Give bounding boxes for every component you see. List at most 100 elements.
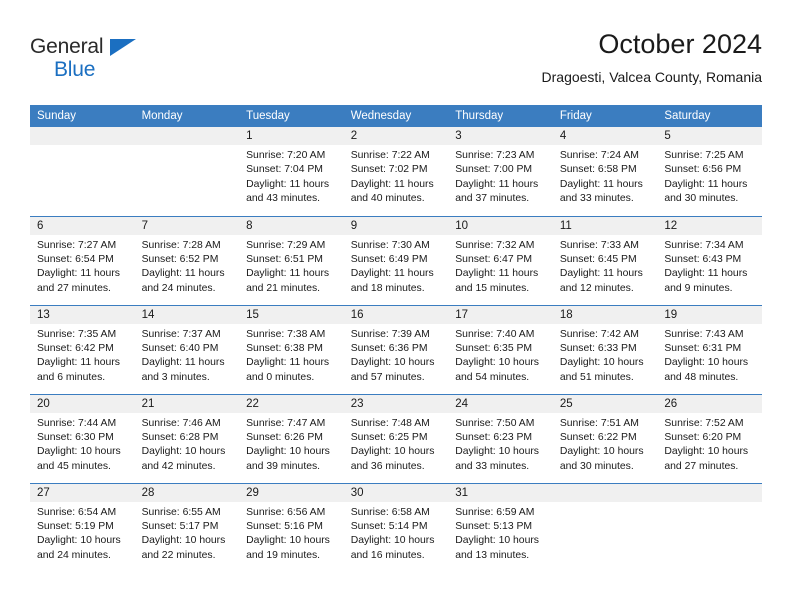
daylight-text-line2: and 13 minutes.: [455, 549, 530, 561]
calendar-day-cell[interactable]: 11 Sunrise: 7:33 AM Sunset: 6:45 PM Dayligh…: [552, 215, 658, 305]
calendar-day-cell[interactable]: 18 Sunrise: 7:42 AM Sunset: 6:33 PM Dayligh…: [552, 304, 658, 394]
day-number: 27: [30, 483, 135, 502]
daylight-text-line1: Daylight: 11 hours: [664, 178, 748, 190]
day-details: Sunrise: 7:33 AM Sunset: 6:45 PM Daylight:…: [553, 235, 658, 297]
day-details: Sunrise: 7:25 AM Sunset: 6:56 PM Daylight:…: [657, 145, 762, 207]
sunrise-text: Sunrise: 6:54 AM: [37, 506, 117, 518]
calendar-day-cell[interactable]: 4 Sunrise: 7:24 AM Sunset: 6:58 PM Daylight…: [552, 127, 658, 216]
daylight-text-line2: and 43 minutes.: [246, 193, 321, 205]
day-details: Sunrise: 7:37 AM Sunset: 6:40 PM Daylight:…: [135, 324, 240, 386]
calendar-day-cell[interactable]: 25 Sunrise: 7:51 AM Sunset: 6:22 PM Dayligh…: [552, 393, 658, 483]
day-number: 11: [552, 216, 658, 235]
calendar-day-cell[interactable]: 19 Sunrise: 7:43 AM Sunset: 6:31 PM Dayligh…: [657, 304, 762, 394]
day-details: Sunrise: 6:55 AM Sunset: 5:17 PM Daylight:…: [135, 502, 240, 564]
calendar-day-cell[interactable]: 2 Sunrise: 7:22 AM Sunset: 7:02 PM Daylight…: [343, 127, 449, 216]
daylight-text-line2: and 54 minutes.: [455, 371, 530, 383]
sunrise-text: Sunrise: 7:47 AM: [246, 417, 326, 429]
daylight-text-line2: and 0 minutes.: [246, 371, 315, 383]
daylight-text-line1: Daylight: 10 hours: [37, 446, 121, 458]
logo-text-blue: Blue: [54, 58, 96, 81]
calendar-day-cell[interactable]: 6 Sunrise: 7:27 AM Sunset: 6:54 PM Daylight…: [30, 215, 135, 305]
daylight-text-line1: Daylight: 10 hours: [246, 446, 330, 458]
sunrise-text: Sunrise: 7:30 AM: [350, 239, 430, 251]
daylight-text-line1: Daylight: 10 hours: [559, 446, 644, 458]
daylight-text-line1: Daylight: 10 hours: [350, 357, 435, 369]
general-blue-logo[interactable]: General Blue: [30, 36, 150, 86]
sunrise-text: Sunrise: 7:42 AM: [559, 328, 639, 340]
calendar-day-cell[interactable]: 8 Sunrise: 7:29 AM Sunset: 6:51 PM Daylight…: [239, 215, 344, 305]
weekday-header-friday: Friday: [552, 105, 658, 127]
calendar-day-cell[interactable]: 15 Sunrise: 7:38 AM Sunset: 6:38 PM Dayligh…: [239, 304, 344, 394]
calendar-day-cell[interactable]: 13 Sunrise: 7:35 AM Sunset: 6:42 PM Dayligh…: [30, 304, 135, 394]
calendar-day-cell[interactable]: 3 Sunrise: 7:23 AM Sunset: 7:00 PM Daylight…: [448, 127, 553, 216]
calendar-day-cell[interactable]: 28 Sunrise: 6:55 AM Sunset: 5:17 PM Dayligh…: [134, 482, 240, 572]
sunset-text: Sunset: 6:23 PM: [455, 431, 533, 443]
sunset-text: Sunset: 6:28 PM: [141, 431, 219, 443]
calendar-day-cell[interactable]: 24 Sunrise: 7:50 AM Sunset: 6:23 PM Dayligh…: [448, 393, 553, 483]
day-details: Sunrise: 7:23 AM Sunset: 7:00 PM Daylight:…: [448, 145, 553, 207]
sunrise-text: Sunrise: 7:22 AM: [350, 150, 430, 161]
day-number: 1: [239, 127, 344, 145]
calendar-day-cell[interactable]: 10 Sunrise: 7:32 AM Sunset: 6:47 PM Dayligh…: [448, 215, 553, 305]
sunset-text: Sunset: 6:36 PM: [350, 342, 428, 354]
day-number: 18: [552, 305, 658, 324]
calendar-day-cell[interactable]: 14 Sunrise: 7:37 AM Sunset: 6:40 PM Dayligh…: [134, 304, 240, 394]
calendar-day-cell[interactable]: 5 Sunrise: 7:25 AM Sunset: 6:56 PM Daylight…: [657, 127, 762, 216]
sunrise-text: Sunrise: 6:56 AM: [246, 506, 326, 518]
daylight-text-line1: Daylight: 10 hours: [455, 446, 539, 458]
calendar-day-cell[interactable]: 23 Sunrise: 7:48 AM Sunset: 6:25 PM Dayligh…: [343, 393, 449, 483]
day-number: 15: [239, 305, 344, 324]
day-number: 12: [657, 216, 762, 235]
calendar-week-row: 20 Sunrise: 7:44 AM Sunset: 6:30 PM Dayligh…: [30, 393, 762, 483]
daylight-text-line1: Daylight: 11 hours: [455, 268, 539, 280]
calendar-day-cell[interactable]: 29 Sunrise: 6:56 AM Sunset: 5:16 PM Dayligh…: [239, 482, 344, 572]
day-details: Sunrise: 6:54 AM Sunset: 5:19 PM Daylight:…: [30, 502, 135, 564]
sunset-text: Sunset: 7:04 PM: [246, 164, 323, 176]
daylight-text-line1: Daylight: 10 hours: [664, 446, 749, 458]
sunrise-text: Sunrise: 7:35 AM: [37, 328, 117, 340]
day-number: 19: [657, 305, 762, 324]
day-details: Sunrise: 7:50 AM Sunset: 6:23 PM Daylight:…: [448, 413, 553, 475]
daylight-text-line2: and 3 minutes.: [141, 371, 210, 383]
calendar-day-cell[interactable]: 16 Sunrise: 7:39 AM Sunset: 6:36 PM Dayligh…: [343, 304, 449, 394]
daylight-text-line2: and 12 minutes.: [559, 282, 634, 294]
day-number: [657, 483, 762, 502]
calendar-day-cell[interactable]: 31 Sunrise: 6:59 AM Sunset: 5:13 PM Dayligh…: [448, 482, 553, 572]
daylight-text-line2: and 6 minutes.: [37, 371, 106, 383]
day-details: Sunrise: 6:56 AM Sunset: 5:16 PM Daylight:…: [239, 502, 344, 564]
calendar-day-cell[interactable]: 9 Sunrise: 7:30 AM Sunset: 6:49 PM Daylight…: [343, 215, 449, 305]
calendar-day-cell[interactable]: 17 Sunrise: 7:40 AM Sunset: 6:35 PM Dayligh…: [448, 304, 553, 394]
daylight-text-line2: and 33 minutes.: [559, 193, 634, 205]
sunrise-text: Sunrise: 7:43 AM: [664, 328, 744, 340]
day-number: 6: [30, 216, 135, 235]
day-number: 4: [552, 127, 658, 145]
calendar-day-cell[interactable]: 12 Sunrise: 7:34 AM Sunset: 6:43 PM Dayligh…: [657, 215, 762, 305]
daylight-text-line1: Daylight: 11 hours: [246, 357, 330, 369]
day-number: 9: [343, 216, 449, 235]
daylight-text-line1: Daylight: 11 hours: [350, 268, 434, 280]
calendar-day-cell[interactable]: 7 Sunrise: 7:28 AM Sunset: 6:52 PM Daylight…: [134, 215, 240, 305]
sunset-text: Sunset: 6:42 PM: [37, 342, 114, 354]
calendar-day-cell[interactable]: 22 Sunrise: 7:47 AM Sunset: 6:26 PM Dayligh…: [239, 393, 344, 483]
daylight-text-line2: and 16 minutes.: [350, 549, 425, 561]
sunset-text: Sunset: 6:56 PM: [664, 164, 742, 176]
calendar-day-cell[interactable]: 26 Sunrise: 7:52 AM Sunset: 6:20 PM Dayligh…: [657, 393, 762, 483]
day-number: 20: [30, 394, 135, 413]
daylight-text-line1: Daylight: 10 hours: [559, 357, 644, 369]
sunset-text: Sunset: 6:30 PM: [37, 431, 114, 443]
day-details: Sunrise: 7:35 AM Sunset: 6:42 PM Daylight:…: [30, 324, 135, 386]
daylight-text-line2: and 19 minutes.: [246, 549, 321, 561]
calendar-day-cell[interactable]: 30 Sunrise: 6:58 AM Sunset: 5:14 PM Dayligh…: [343, 482, 449, 572]
page-title: October 2024: [598, 29, 762, 59]
calendar-day-cell[interactable]: 1 Sunrise: 7:20 AM Sunset: 7:04 PM Daylight…: [239, 127, 344, 216]
calendar-day-cell[interactable]: 21 Sunrise: 7:46 AM Sunset: 6:28 PM Dayligh…: [134, 393, 240, 483]
daylight-text-line2: and 30 minutes.: [664, 193, 739, 205]
daylight-text-line2: and 24 minutes.: [37, 549, 111, 561]
day-number: [134, 127, 240, 145]
sunset-text: Sunset: 6:22 PM: [559, 431, 637, 443]
calendar-day-cell[interactable]: 27 Sunrise: 6:54 AM Sunset: 5:19 PM Dayligh…: [30, 482, 135, 572]
sunrise-text: Sunrise: 7:24 AM: [559, 150, 639, 161]
calendar-week-row: 1 Sunrise: 7:20 AM Sunset: 7:04 PM Daylight…: [30, 127, 762, 216]
daylight-text-line1: Daylight: 10 hours: [37, 535, 121, 547]
calendar-day-cell[interactable]: 20 Sunrise: 7:44 AM Sunset: 6:30 PM Dayligh…: [30, 393, 135, 483]
